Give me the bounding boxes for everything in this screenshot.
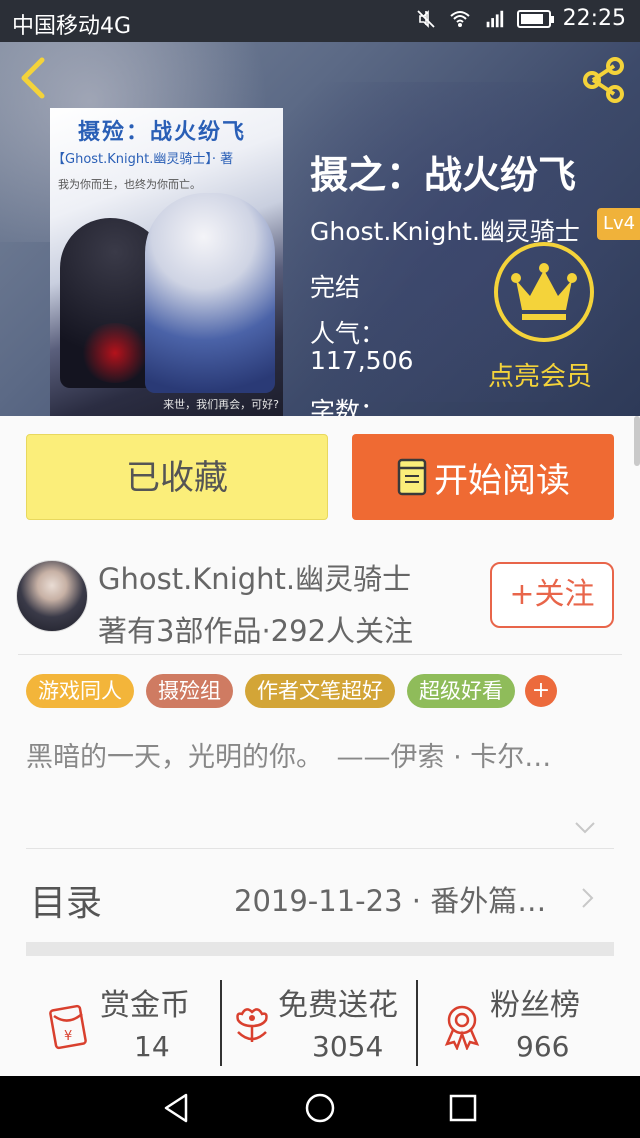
detail-card: 已收藏 开始阅读 Ghost.Knight.幽灵骑士 著有3部作品·292人关注… bbox=[0, 416, 640, 1076]
avatar[interactable] bbox=[16, 560, 88, 632]
svg-text:¥: ¥ bbox=[64, 1029, 72, 1044]
toc-label[interactable]: 目录 bbox=[30, 874, 102, 926]
tag-super-good[interactable]: 超级好看 bbox=[407, 674, 515, 708]
free-flowers-stat[interactable]: 免费送花 3054 bbox=[222, 972, 416, 1076]
fan-ranking-stat[interactable]: 粉丝榜 966 bbox=[418, 972, 640, 1076]
mute-icon bbox=[416, 9, 435, 28]
system-nav-bar bbox=[0, 1076, 640, 1138]
chevron-down-icon[interactable] bbox=[574, 820, 596, 836]
medal-icon bbox=[444, 1005, 480, 1050]
status-bar: 中国移动4G 22:25 bbox=[0, 0, 640, 42]
level-badge: Lv4 bbox=[597, 208, 640, 240]
reward-coins-stat[interactable]: ¥ 赏金币 14 bbox=[0, 972, 220, 1076]
flower-icon bbox=[236, 1008, 268, 1042]
popularity-value: 117,506 bbox=[310, 346, 414, 375]
reward-coins-label: 赏金币 bbox=[100, 988, 190, 1023]
clock: 22:25 bbox=[562, 6, 626, 31]
4g-signal-icon bbox=[486, 10, 503, 27]
divider bbox=[18, 654, 622, 655]
book-cover[interactable]: 摄殓：战火纷飞 【Ghost.Knight.幽灵骑士】· 著 我为你而生，也终为… bbox=[50, 108, 283, 416]
cover-title: 摄殓：战火纷飞 bbox=[78, 119, 247, 145]
free-flowers-value: 3054 bbox=[312, 1030, 384, 1063]
status-icons: 22:25 bbox=[415, 6, 626, 31]
book-title: 摄之：战火纷飞 bbox=[310, 153, 577, 197]
reward-coins-value: 14 bbox=[134, 1030, 170, 1063]
cover-subtitle: 【Ghost.Knight.幽灵骑士】· 著 bbox=[52, 152, 234, 167]
tag-game-fanfic[interactable]: 游戏同人 bbox=[26, 674, 134, 708]
follow-button[interactable]: +关注 bbox=[490, 562, 614, 628]
stats-row: ¥ 赏金币 14 免费送花 3054 粉丝榜 966 bbox=[0, 972, 640, 1076]
tag-group[interactable]: 摄殓组 bbox=[146, 674, 233, 708]
cover-footer: 来世，我们再会，可好? bbox=[163, 398, 279, 411]
battery-icon bbox=[516, 9, 554, 28]
add-tag-button[interactable]: + bbox=[525, 675, 557, 707]
red-envelope-icon: ¥ bbox=[49, 1004, 87, 1050]
author-meta: 著有3部作品·292人关注 bbox=[98, 614, 414, 648]
tag-list: 游戏同人 摄殓组 作者文笔超好 超级好看 + bbox=[26, 674, 557, 708]
wifi-icon bbox=[449, 10, 470, 27]
cover-red-accent bbox=[80, 323, 150, 383]
share-icon[interactable] bbox=[580, 56, 628, 104]
crown-icon bbox=[511, 263, 577, 320]
section-gap bbox=[26, 942, 614, 956]
divider bbox=[26, 848, 614, 849]
author-row[interactable]: Ghost.Knight.幽灵骑士 著有3部作品·292人关注 +关注 bbox=[16, 556, 616, 656]
scrollbar[interactable] bbox=[634, 416, 640, 466]
book-description: 黑暗的一天，光明的你。 ——伊索 · 卡尔… bbox=[26, 742, 552, 773]
back-triangle-icon[interactable] bbox=[160, 1091, 194, 1125]
word-count-label: 字数： bbox=[310, 397, 386, 416]
vip-button[interactable]: 点亮会员 bbox=[480, 242, 604, 392]
cover-figure-light bbox=[145, 193, 275, 393]
fan-ranking-label: 粉丝榜 bbox=[490, 988, 580, 1023]
book-icon bbox=[397, 458, 427, 496]
start-reading-button[interactable]: 开始阅读 bbox=[352, 434, 614, 520]
popularity-label: 人气： bbox=[310, 319, 386, 348]
vip-label: 点亮会员 bbox=[488, 362, 593, 392]
cover-tagline: 我为你而生，也终为你而亡。 bbox=[58, 178, 201, 191]
chevron-right-icon[interactable] bbox=[580, 886, 596, 910]
latest-chapter[interactable]: 2019-11-23 · 番外篇… bbox=[234, 878, 546, 920]
book-header: 摄殓：战火纷飞 【Ghost.Knight.幽灵骑士】· 著 我为你而生，也终为… bbox=[0, 42, 640, 416]
free-flowers-label: 免费送花 bbox=[278, 988, 398, 1023]
home-circle-icon[interactable] bbox=[303, 1091, 337, 1125]
chevron-left-icon[interactable] bbox=[14, 56, 54, 100]
fan-ranking-value: 966 bbox=[516, 1030, 570, 1063]
carrier-label: 中国移动4G bbox=[12, 14, 132, 39]
recents-square-icon[interactable] bbox=[446, 1091, 480, 1125]
collected-button[interactable]: 已收藏 bbox=[26, 434, 328, 520]
completion-status: 完结 bbox=[310, 273, 361, 302]
tag-great-writing[interactable]: 作者文笔超好 bbox=[245, 674, 395, 708]
author-name[interactable]: Ghost.Knight.幽灵骑士 bbox=[98, 556, 411, 598]
start-reading-label: 开始阅读 bbox=[434, 460, 570, 501]
